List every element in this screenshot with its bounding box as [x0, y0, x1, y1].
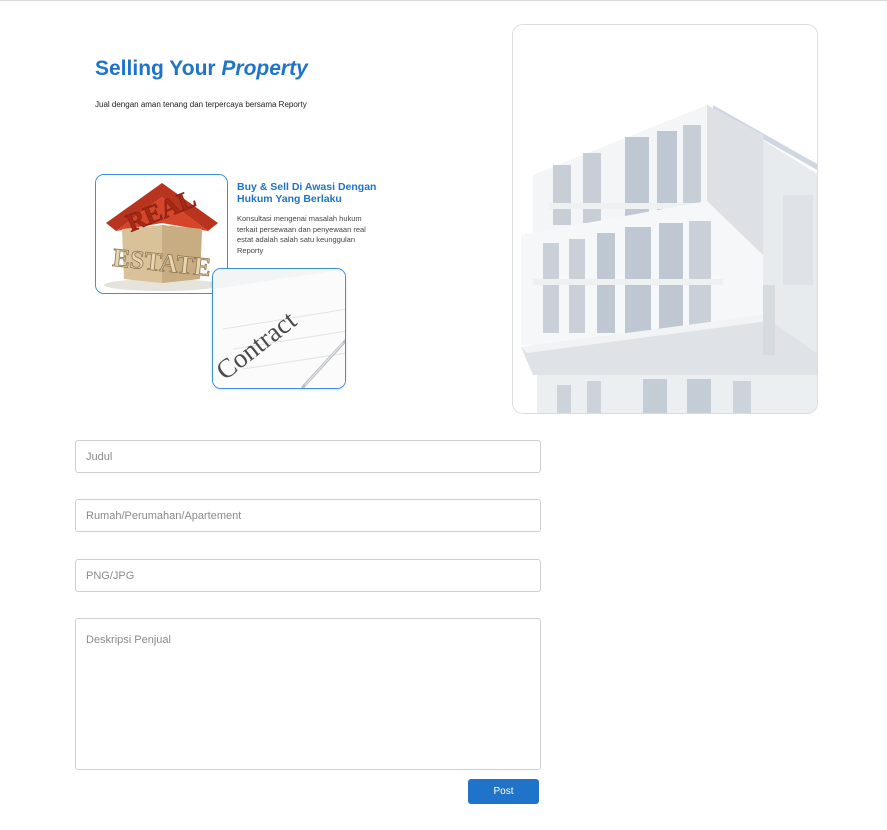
property-type-input[interactable] [75, 499, 541, 532]
real-estate-image: REAL ESTATE [95, 174, 228, 294]
feature-title: Buy & Sell Di Awasi Dengan Hukum Yang Be… [237, 181, 377, 205]
page-title-plain: Selling Your [95, 57, 216, 80]
top-divider [0, 0, 887, 1]
title-input[interactable] [75, 440, 541, 473]
page-title-emphasis: Property [221, 57, 308, 80]
page-subtitle: Jual dengan aman tenang dan terpercaya b… [95, 100, 307, 109]
page-title: Selling Your Property [95, 57, 308, 81]
feature-description: Konsultasi mengenai masalah hukum terkai… [237, 214, 366, 255]
post-button[interactable]: Post [468, 779, 539, 804]
building-photo [512, 24, 818, 414]
seller-description-textarea[interactable] [75, 618, 541, 770]
image-file-input[interactable] [75, 559, 541, 592]
contract-image: Contract [212, 268, 346, 389]
